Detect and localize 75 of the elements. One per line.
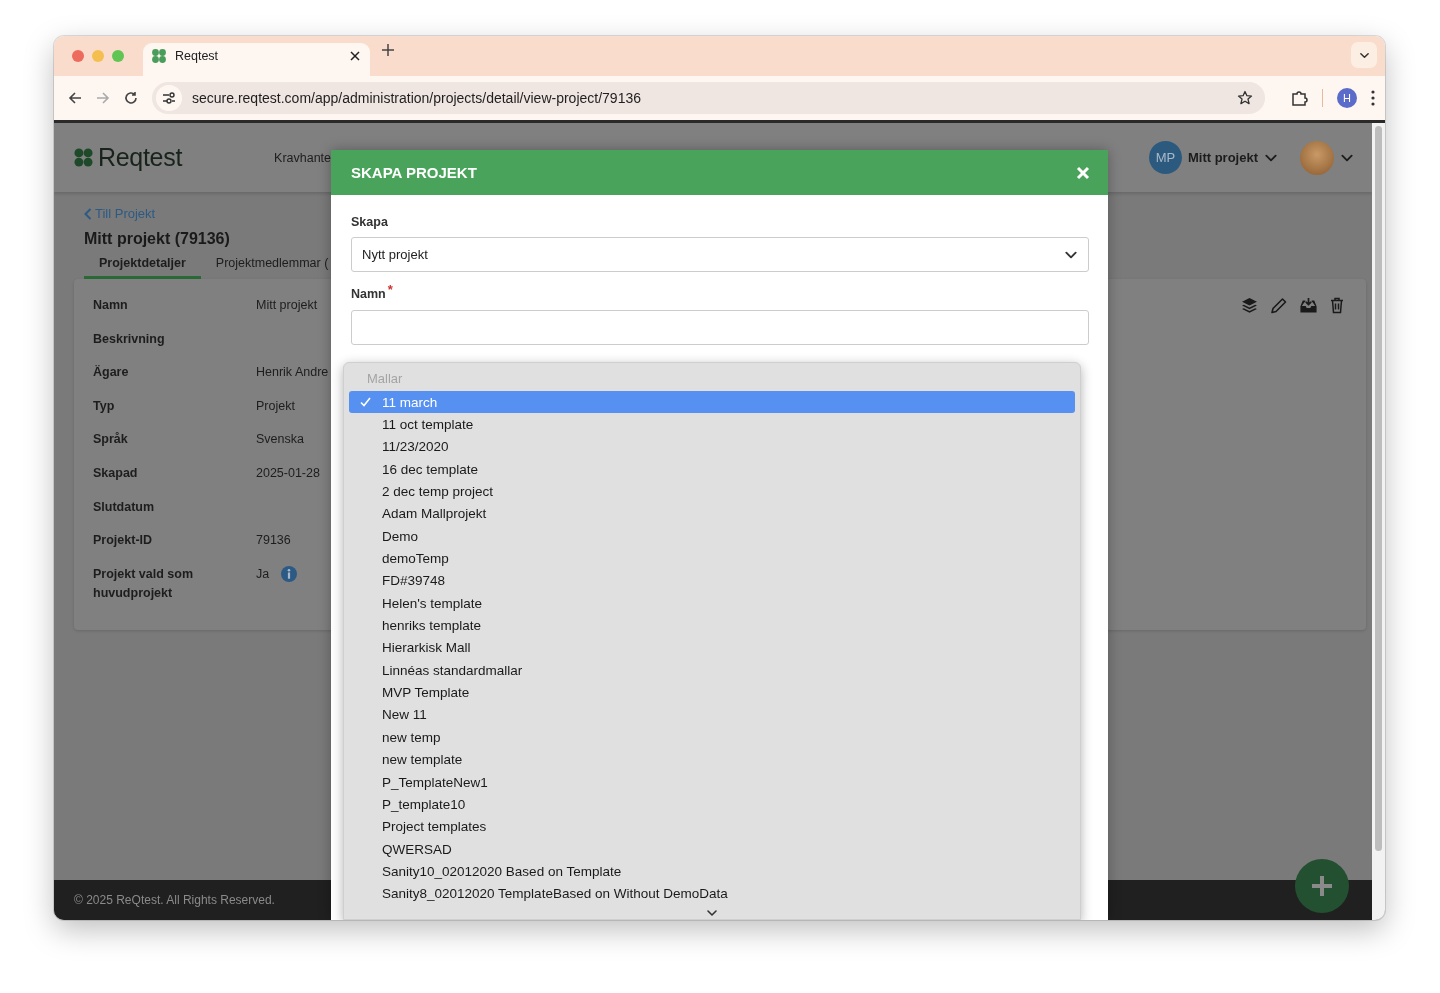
dropdown-option[interactable]: 11/23/2020 — [349, 435, 1075, 459]
detail-value: Svenska — [256, 431, 304, 449]
reload-icon[interactable] — [124, 91, 138, 105]
star-icon[interactable] — [1237, 90, 1253, 106]
group-label: Mallar — [366, 370, 404, 388]
detail-value: Ja — [256, 565, 270, 583]
dropdown-option[interactable]: FD#39748 — [349, 569, 1075, 593]
back-arrow-icon[interactable] — [68, 91, 82, 105]
add-button[interactable] — [1295, 859, 1349, 913]
dropdown-option[interactable]: P_template10 — [349, 793, 1075, 816]
footer-copyright: © 2025 ReQtest. All Rights Reserved. — [74, 893, 275, 907]
detail-value: Henrik Andre — [256, 364, 329, 382]
close-button[interactable] — [1076, 165, 1090, 180]
dropdown-option[interactable]: MVP Template — [349, 681, 1075, 704]
address-bar[interactable]: secure.reqtest.com/app/administration/projects/detail/view-project/79136 — [152, 82, 1265, 114]
detail-label: Skapad — [93, 464, 139, 482]
dropdown-option[interactable]: demoTemp — [349, 547, 1075, 570]
detail-value: 79136 — [256, 532, 291, 550]
dropdown-option[interactable]: QWERSAD — [349, 837, 1075, 861]
tab-search-button[interactable] — [1351, 42, 1377, 68]
trash-icon[interactable] — [1330, 297, 1344, 314]
new-tab-icon[interactable] — [382, 43, 394, 56]
scrollbar-thumb[interactable] — [1375, 126, 1382, 851]
dropdown-option[interactable]: 16 dec template — [349, 458, 1075, 481]
profile-avatar[interactable]: H — [1337, 88, 1357, 108]
detail-label: Typ — [93, 397, 116, 415]
detail-value: Mitt projekt — [256, 297, 318, 314]
dropdown-option[interactable]: P_TemplateNew1 — [349, 770, 1075, 794]
plus-icon — [1310, 874, 1334, 898]
field-label: Namn — [351, 287, 386, 302]
detail-label: Beskrivning — [93, 330, 166, 348]
menu-icon[interactable] — [1371, 90, 1375, 106]
dropdown-option[interactable]: Sanity8_02012020 TemplateBased on Without DemoData — [349, 882, 1075, 905]
close-icon[interactable] — [350, 51, 360, 61]
detail-label: Slutdatum — [93, 498, 156, 516]
puzzle-piece-icon[interactable] — [1291, 89, 1308, 107]
dropdown-option[interactable]: Adam Mallprojekt — [349, 502, 1075, 526]
detail-value: Projekt — [256, 397, 295, 415]
detail-label: Namn — [93, 297, 129, 314]
dropdown-option[interactable]: Helen's template — [349, 592, 1075, 615]
layers-icon[interactable] — [1241, 297, 1258, 314]
checkmark-icon — [360, 397, 371, 408]
detail-label: Språk — [93, 431, 129, 449]
pencil-icon[interactable] — [1271, 297, 1287, 314]
detail-label: Projekt vald som huvudprojekt — [93, 565, 195, 602]
nav-link[interactable]: Kravhante — [274, 150, 332, 165]
detail-label: Ägare — [93, 364, 130, 382]
chevron-left-icon — [84, 207, 92, 220]
detail-label: Projekt-ID — [93, 532, 154, 550]
dialog-title: SKAPA PROJEKT — [351, 164, 478, 181]
dropdown-option[interactable]: Linnéas standardmallar — [349, 659, 1075, 682]
logo-text[interactable]: Reqtest — [98, 143, 183, 172]
page-title: Mitt projekt (79136) — [84, 230, 231, 248]
info-icon[interactable] — [281, 565, 298, 582]
dropdown-option[interactable]: 11 oct template — [349, 413, 1075, 436]
required-mark: * — [387, 282, 393, 297]
dropdown-option[interactable]: new template — [349, 748, 1075, 771]
field-label: Skapa — [351, 215, 388, 229]
dropdown-option[interactable]: Project templates — [349, 815, 1075, 838]
clover-logo-icon — [73, 147, 94, 168]
dropdown-option[interactable]: New 11 — [349, 703, 1075, 727]
detail-value: 2025-01-28 — [256, 464, 320, 482]
browser-tab[interactable]: Reqtest — [143, 43, 370, 76]
dropdown-option[interactable]: Hierarkisk Mall — [349, 636, 1075, 660]
dropdown-option[interactable]: Demo — [349, 525, 1075, 548]
select-field[interactable]: Nytt projekt — [351, 237, 1089, 272]
inbox-download-icon[interactable] — [1300, 297, 1317, 314]
dropdown-option[interactable]: 2 dec temp project — [349, 480, 1075, 503]
dropdown-option[interactable]: new temp — [349, 726, 1075, 749]
dropdown-option[interactable]: henriks template — [349, 614, 1075, 637]
clover-logo-icon — [151, 48, 167, 64]
input-field[interactable] — [351, 310, 1089, 345]
dropdown-option[interactable]: Sanity10_02012020 Based on Template — [349, 860, 1075, 883]
project-switcher[interactable]: Mitt projekt — [1187, 150, 1258, 165]
project-avatar[interactable]: MP — [1148, 141, 1182, 174]
